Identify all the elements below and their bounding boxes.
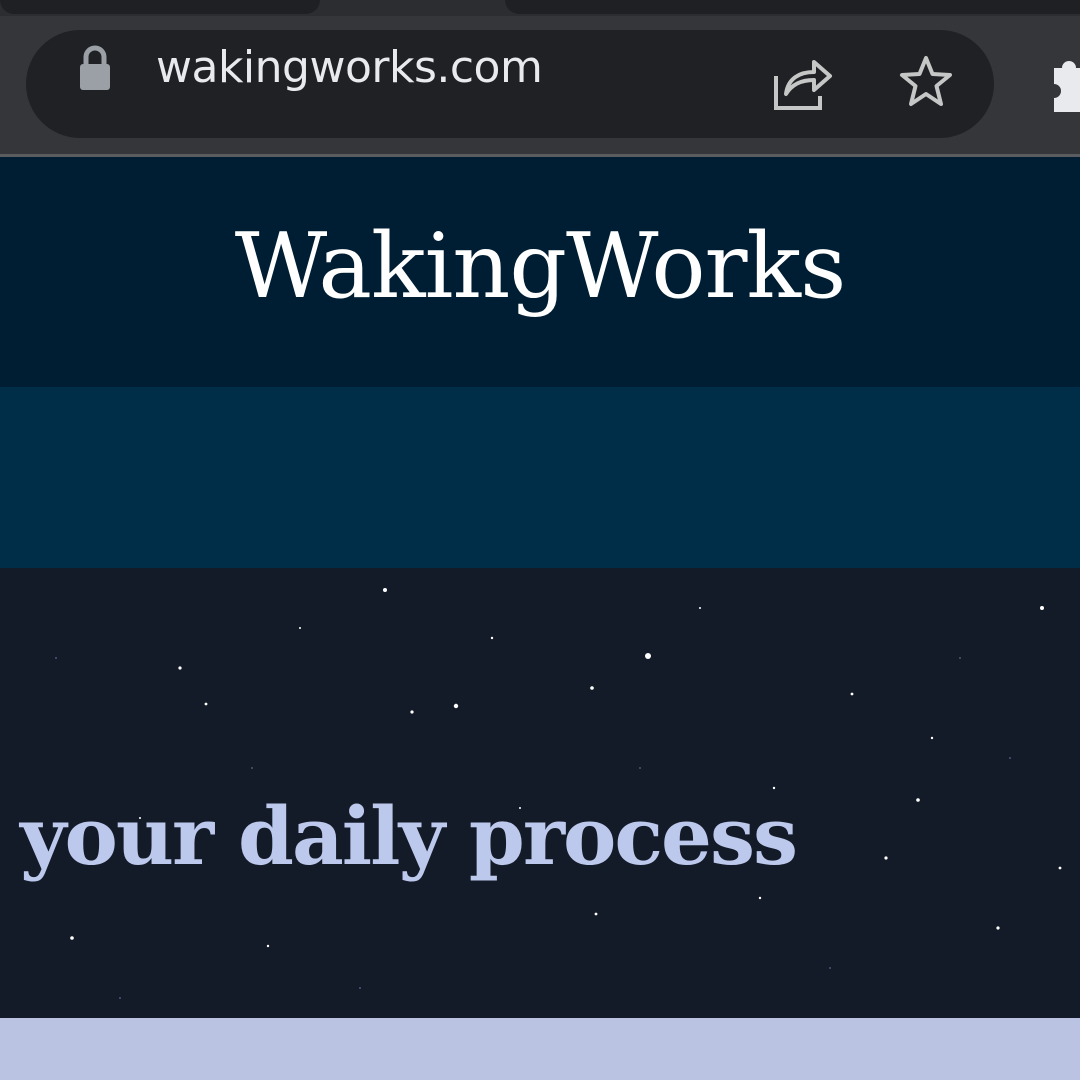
hero-section: your daily process	[0, 568, 1080, 1018]
hero-heading: your daily process	[20, 789, 798, 883]
share-icon[interactable]	[772, 52, 834, 112]
tab-strip	[0, 0, 1080, 16]
browser-tab[interactable]	[0, 0, 320, 14]
lock-icon[interactable]	[78, 44, 112, 92]
nav-bar	[0, 387, 1080, 568]
site-title[interactable]: WakingWorks	[0, 212, 1080, 322]
content-section-band	[0, 1018, 1080, 1080]
url-text[interactable]: wakingworks.com	[156, 42, 543, 94]
browser-tab[interactable]	[505, 0, 1080, 14]
star-icon[interactable]	[898, 54, 954, 110]
puzzle-icon[interactable]	[1044, 54, 1080, 112]
